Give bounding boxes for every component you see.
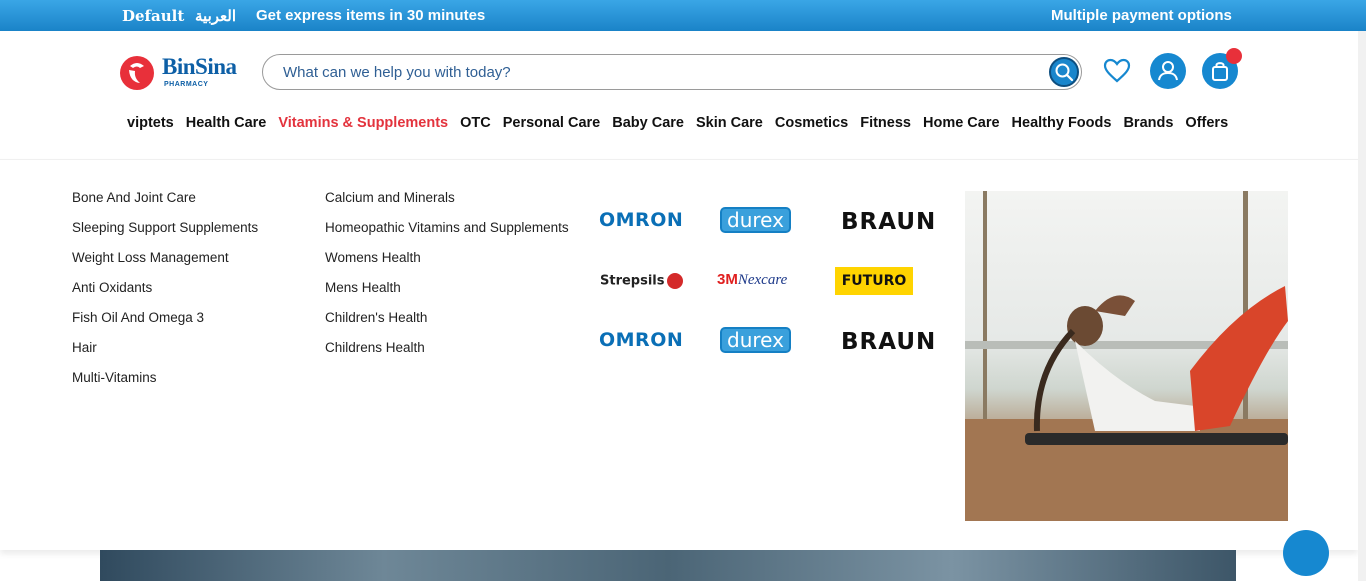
menu-link-hair[interactable]: Hair xyxy=(72,340,258,370)
menu-link-sleeping-support[interactable]: Sleeping Support Supplements xyxy=(72,220,258,250)
cart-button[interactable] xyxy=(1202,48,1242,89)
brand-logo-durex-2[interactable]: durex xyxy=(720,327,791,353)
nav-item-viptets[interactable]: viptets xyxy=(127,115,174,131)
heart-icon xyxy=(1103,58,1131,83)
payment-options-text: Multiple payment options xyxy=(1051,7,1232,24)
nav-item-offers[interactable]: Offers xyxy=(1185,115,1228,131)
nav-item-health-care[interactable]: Health Care xyxy=(186,115,267,131)
page-scrollbar[interactable] xyxy=(1358,31,1366,581)
site-header: BinSina PHARMACY viptets Health Care Vitam… xyxy=(0,31,1358,159)
top-bar: Default العربية Get express items in 30 … xyxy=(0,0,1366,31)
brand-logo-3m-nexcare[interactable]: 3MNexcare xyxy=(717,271,803,303)
menu-link-multi-vitamins[interactable]: Multi-Vitamins xyxy=(72,370,258,400)
menu-column-2: Calcium and Minerals Homeopathic Vitamin… xyxy=(325,190,569,370)
nav-item-cosmetics[interactable]: Cosmetics xyxy=(775,115,848,131)
exercise-illustration xyxy=(965,191,1288,521)
express-delivery-text: Get express items in 30 minutes xyxy=(256,7,486,24)
floating-action-button[interactable] xyxy=(1283,530,1329,576)
menu-link-weight-loss[interactable]: Weight Loss Management xyxy=(72,250,258,280)
language-arabic-link[interactable]: العربية xyxy=(195,7,236,25)
nexcare-text: Nexcare xyxy=(737,272,788,288)
strepsils-text: Strepsils xyxy=(600,273,665,289)
menu-link-mens-health[interactable]: Mens Health xyxy=(325,280,569,310)
brand-logo-omron-2[interactable]: OMRON xyxy=(599,329,685,361)
menu-link-calcium-minerals[interactable]: Calcium and Minerals xyxy=(325,190,569,220)
binsina-logo[interactable]: BinSina PHARMACY xyxy=(120,53,250,93)
nav-item-skin-care[interactable]: Skin Care xyxy=(696,115,763,131)
menu-link-fish-oil[interactable]: Fish Oil And Omega 3 xyxy=(72,310,258,340)
nav-item-otc[interactable]: OTC xyxy=(460,115,491,131)
hero-banner-image xyxy=(100,550,1236,581)
brand-logo-omron[interactable]: OMRON xyxy=(599,209,685,241)
brand-logo-strepsils[interactable]: Strepsils xyxy=(600,273,686,305)
logo-name: BinSina xyxy=(162,54,237,79)
cart-badge xyxy=(1226,48,1242,64)
logo-subtitle: PHARMACY xyxy=(164,81,209,88)
wishlist-button[interactable] xyxy=(1099,53,1135,89)
3m-text: 3M xyxy=(717,271,738,288)
brand-logo-durex[interactable]: durex xyxy=(720,207,791,233)
menu-link-womens-health[interactable]: Womens Health xyxy=(325,250,569,280)
nav-item-baby-care[interactable]: Baby Care xyxy=(612,115,684,131)
menu-link-childrens-health[interactable]: Children's Health xyxy=(325,310,569,340)
mega-menu: Bone And Joint Care Sleeping Support Sup… xyxy=(0,159,1358,550)
brand-logo-futuro[interactable]: FUTURO xyxy=(835,267,913,295)
brand-logo-braun-2[interactable]: BRAUN xyxy=(841,329,935,361)
nav-item-healthy-foods[interactable]: Healthy Foods xyxy=(1012,115,1112,131)
menu-link-childrens-health-2[interactable]: Childrens Health xyxy=(325,340,569,370)
search-input[interactable] xyxy=(283,61,1023,83)
strepsils-mark-icon xyxy=(666,273,683,289)
nav-item-personal-care[interactable]: Personal Care xyxy=(503,115,601,131)
main-navigation: viptets Health Care Vitamins & Supplements… xyxy=(127,114,1240,134)
promo-image-woman-exercising[interactable] xyxy=(965,191,1288,521)
menu-link-anti-oxidants[interactable]: Anti Oxidants xyxy=(72,280,258,310)
nav-item-fitness[interactable]: Fitness xyxy=(860,115,911,131)
menu-link-homeopathic[interactable]: Homeopathic Vitamins and Supplements xyxy=(325,220,569,250)
language-default-link[interactable]: Default xyxy=(122,7,184,25)
nav-item-brands[interactable]: Brands xyxy=(1123,115,1173,131)
brand-logo-braun[interactable]: BRAUN xyxy=(841,209,935,241)
account-button[interactable] xyxy=(1150,53,1186,89)
user-icon xyxy=(1158,61,1178,81)
search-bar xyxy=(262,54,1082,90)
logo-mark-icon xyxy=(120,56,154,90)
menu-column-1: Bone And Joint Care Sleeping Support Sup… xyxy=(72,190,258,400)
menu-link-bone-joint-care[interactable]: Bone And Joint Care xyxy=(72,190,258,220)
search-icon xyxy=(1055,63,1073,81)
search-button[interactable] xyxy=(1049,57,1079,87)
nav-item-vitamins-supplements[interactable]: Vitamins & Supplements xyxy=(278,115,448,131)
nav-item-home-care[interactable]: Home Care xyxy=(923,115,1000,131)
